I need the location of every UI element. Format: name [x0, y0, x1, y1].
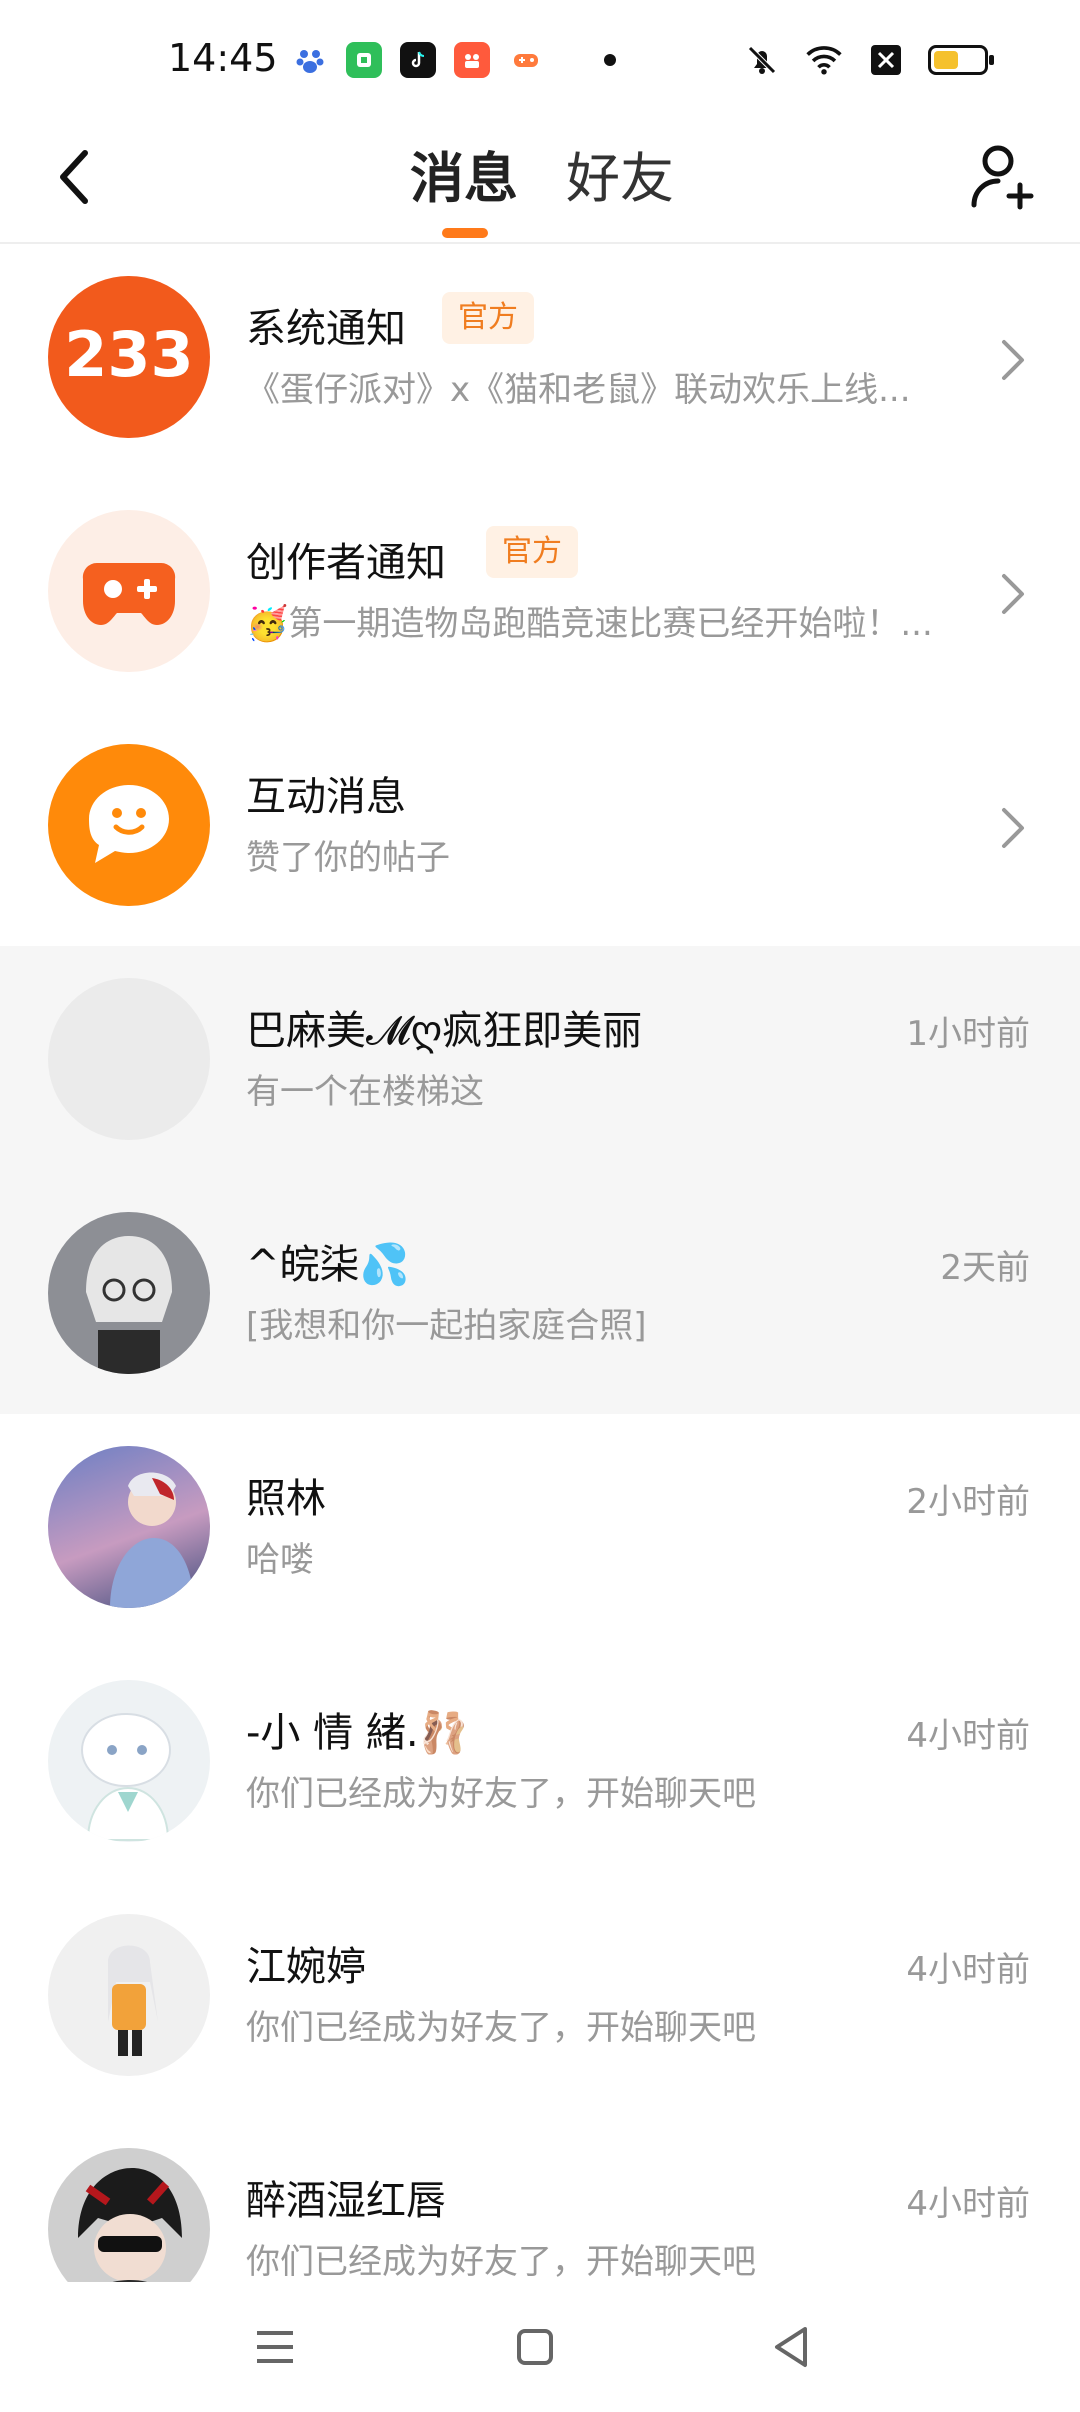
tab-messages[interactable]: 消息 — [410, 134, 518, 213]
logo-233-icon: 233 — [64, 318, 193, 391]
item-preview: 有一个在楼梯这 — [246, 1072, 484, 1112]
wifi-icon — [804, 40, 844, 80]
notification-icons — [292, 42, 616, 78]
item-time: 4小时前 — [906, 2184, 1030, 2224]
avatar — [48, 978, 210, 1140]
svg-text:233: 233 — [64, 318, 193, 391]
conversation-list: 233 系统通知 官方 《蛋仔派对》x《猫和老鼠》联动欢乐上线... 创作者通知… — [0, 244, 1080, 2350]
avatar — [48, 1914, 210, 2076]
messages-screen: 14:45 消息 好友 233 系统通知 官方 《蛋仔派对》x《猫和老鼠》联动欢… — [0, 0, 1080, 2412]
list-item-system-notice[interactable]: 233 系统通知 官方 《蛋仔派对》x《猫和老鼠》联动欢乐上线... — [0, 244, 1080, 478]
item-title: 互动消息 — [246, 774, 406, 820]
add-friend-button[interactable] — [964, 130, 1044, 220]
item-title: 系统通知 — [246, 306, 406, 352]
list-item-creator-notice[interactable]: 创作者通知 官方 🥳第一期造物岛跑酷竞速比赛已经开始啦！... — [0, 478, 1080, 712]
item-time: 2天前 — [940, 1248, 1030, 1288]
active-tab-indicator — [442, 228, 488, 238]
item-title: 创作者通知 — [246, 540, 446, 586]
item-preview: 哈喽 — [246, 1540, 314, 1580]
item-title: ^皖柒💦 — [246, 1242, 410, 1288]
add-user-icon — [971, 145, 1034, 210]
list-item-chat[interactable]: 照林 哈喽 2小时前 — [0, 1414, 1080, 1648]
tab-friends[interactable]: 好友 — [566, 134, 674, 213]
game-app-icon — [508, 42, 544, 78]
gamepad-icon — [82, 562, 176, 625]
item-time: 4小时前 — [906, 1950, 1030, 1990]
chat-bubble-icon — [89, 785, 169, 863]
list-item-chat[interactable]: -小 情 緒.🩰 你们已经成为好友了，开始聊天吧 4小时前 — [0, 1648, 1080, 1882]
top-nav: 消息 好友 — [0, 120, 1080, 244]
list-item-interactions[interactable]: 互动消息 赞了你的帖子 — [0, 712, 1080, 946]
item-time: 1小时前 — [906, 1014, 1030, 1054]
item-title: 醉酒湿红唇 — [246, 2178, 446, 2224]
chevron-right-icon — [1002, 574, 1024, 614]
square-icon — [517, 2329, 553, 2365]
menu-icon — [257, 2331, 293, 2363]
avatar — [48, 1680, 210, 1842]
recents-button[interactable] — [240, 2312, 310, 2382]
status-bar: 14:45 — [0, 0, 1080, 120]
item-preview: 你们已经成为好友了，开始聊天吧 — [246, 1774, 756, 1814]
item-title: 江婉婷 — [246, 1944, 366, 1990]
back-button[interactable] — [44, 142, 104, 212]
item-preview: 🥳第一期造物岛跑酷竞速比赛已经开始啦！... — [246, 604, 933, 644]
item-preview: 你们已经成为好友了，开始聊天吧 — [246, 2008, 756, 2048]
item-time: 2小时前 — [906, 1482, 1030, 1522]
battery-level — [934, 51, 958, 69]
avatar — [48, 1212, 210, 1374]
item-preview: [我想和你一起拍家庭合照] — [246, 1306, 647, 1346]
triangle-back-icon — [775, 2327, 807, 2367]
baidu-app-icon — [292, 42, 328, 78]
official-badge: 官方 — [486, 526, 578, 578]
list-item-chat[interactable]: 江婉婷 你们已经成为好友了，开始聊天吧 4小时前 — [0, 1882, 1080, 2116]
item-title: 照林 — [246, 1476, 326, 1522]
avatar — [48, 744, 210, 906]
back-nav-button[interactable] — [756, 2312, 826, 2382]
back-arrow-icon — [60, 150, 88, 204]
list-item-chat[interactable]: ^皖柒💦 [我想和你一起拍家庭合照] 2天前 — [0, 1180, 1080, 1414]
item-preview: 你们已经成为好友了，开始聊天吧 — [246, 2242, 756, 2282]
status-time: 14:45 — [168, 36, 278, 80]
chevron-right-icon — [1002, 340, 1024, 380]
status-indicators — [742, 40, 994, 80]
sim-off-icon — [866, 40, 906, 80]
chevron-right-icon — [1002, 808, 1024, 848]
more-notifications-dot — [604, 54, 616, 66]
battery-icon — [928, 45, 994, 75]
system-nav-bar — [0, 2282, 1080, 2412]
item-title: -小 情 緒.🩰 — [246, 1710, 469, 1756]
item-time: 4小时前 — [906, 1716, 1030, 1756]
item-title: 巴麻美𝓜ღ疯狂即美丽 — [246, 1008, 643, 1054]
green-app-icon — [346, 42, 382, 78]
list-item-chat[interactable]: 巴麻美𝓜ღ疯狂即美丽 有一个在楼梯这 1小时前 — [0, 946, 1080, 1180]
avatar: 233 — [48, 276, 210, 438]
avatar — [48, 1446, 210, 1608]
item-preview: 赞了你的帖子 — [246, 838, 450, 878]
avatar — [48, 510, 210, 672]
mute-icon — [742, 40, 782, 80]
tiktok-app-icon — [400, 42, 436, 78]
item-preview: 《蛋仔派对》x《猫和老鼠》联动欢乐上线... — [246, 370, 911, 410]
home-button[interactable] — [500, 2312, 570, 2382]
official-badge: 官方 — [442, 292, 534, 344]
video-app-icon — [454, 42, 490, 78]
